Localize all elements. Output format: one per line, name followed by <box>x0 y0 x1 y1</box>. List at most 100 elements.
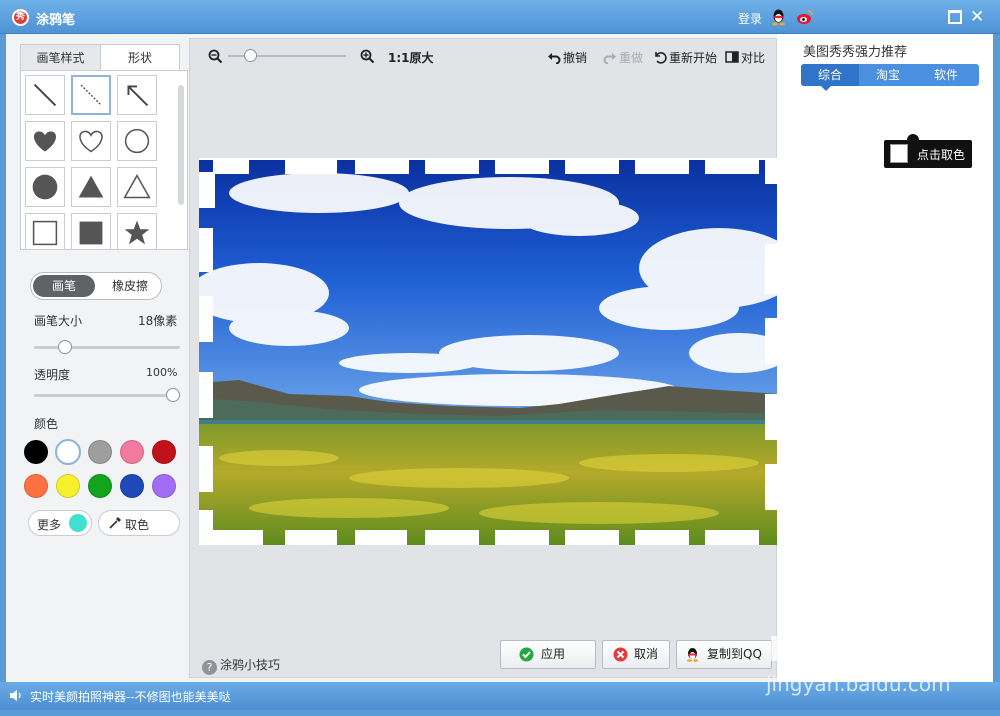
window-title: 涂鸦笔 <box>36 13 76 28</box>
pen-mode-button[interactable]: 画笔 <box>33 275 95 297</box>
color-picker-label: 取色 <box>125 518 150 532</box>
recommend-tabs: 综合 淘宝 软件 <box>801 64 979 86</box>
line-shape-icon[interactable] <box>25 75 65 115</box>
opacity-knob[interactable] <box>166 388 180 402</box>
brush-size-slider[interactable] <box>34 340 180 354</box>
dialog-content: 画笔样式 形状 画笔 橡皮擦 画笔大小 18像素 透明度 100% 颜色 更多 … <box>6 34 993 682</box>
apply-label: 应用 <box>541 647 566 661</box>
redo-icon <box>603 53 616 64</box>
color-swatch[interactable] <box>152 440 176 464</box>
close-button[interactable]: ✕ <box>970 9 984 26</box>
tab-shapes[interactable]: 形状 <box>100 44 180 71</box>
color-swatch[interactable] <box>55 439 81 465</box>
scrollbar-thumb[interactable] <box>178 85 184 205</box>
app-logo-icon: 秀 <box>12 9 29 26</box>
copy-to-qq-button[interactable]: 复制到QQ <box>676 640 772 669</box>
pick-color-tooltip-label: 点击取色 <box>917 148 966 162</box>
cancel-button[interactable]: 取消 <box>602 640 670 669</box>
restart-icon <box>655 52 667 64</box>
tab-brush-style[interactable]: 画笔样式 <box>20 44 100 71</box>
compare-icon <box>725 51 739 63</box>
help-icon: ? <box>202 660 217 675</box>
opacity-value: 100% <box>146 366 178 379</box>
redo-button[interactable]: 重做 <box>603 49 643 66</box>
canvas-toolbar: 1:1原大 撤销 重做 重新开始 对比 <box>190 39 776 71</box>
qq-icon[interactable] <box>770 8 787 26</box>
filled-triangle-shape-icon[interactable] <box>71 167 111 207</box>
login-link[interactable]: 登录 <box>738 10 762 27</box>
color-swatch[interactable] <box>120 440 144 464</box>
eraser-mode-button[interactable]: 橡皮擦 <box>101 275 159 297</box>
tab-general[interactable]: 综合 <box>801 64 859 86</box>
undo-icon <box>548 53 561 64</box>
canvas-photo[interactable] <box>199 158 779 545</box>
more-colors-label: 更多 <box>37 518 62 532</box>
doodle-tips-link[interactable]: ? 涂鸦小技巧 <box>202 656 280 675</box>
opacity-label: 透明度 <box>34 368 71 382</box>
compare-button[interactable]: 对比 <box>725 49 765 66</box>
tab-taobao[interactable]: 淘宝 <box>859 64 917 86</box>
color-swatch[interactable] <box>88 474 112 498</box>
recommend-panel: 美图秀秀强力推荐 综合 淘宝 软件 点击取色 <box>777 34 993 682</box>
outline-circle-shape-icon[interactable] <box>117 121 157 161</box>
color-swatch[interactable] <box>120 474 144 498</box>
color-swatch[interactable] <box>152 474 176 498</box>
color-swatch[interactable] <box>24 474 48 498</box>
outline-heart-shape-icon[interactable] <box>71 121 111 161</box>
color-swatch[interactable] <box>56 474 80 498</box>
eyedropper-icon <box>109 517 121 529</box>
zoom-out-icon[interactable] <box>208 49 223 64</box>
zoom-in-icon[interactable] <box>360 49 375 64</box>
restart-label: 重新开始 <box>669 51 718 65</box>
undo-button[interactable]: 撤销 <box>547 49 587 66</box>
status-text[interactable]: 实时美颜拍照神器--不修图也能美美哒 <box>30 688 231 705</box>
filled-star-shape-icon[interactable] <box>117 213 157 249</box>
recommend-title: 美图秀秀强力推荐 <box>803 45 908 60</box>
shape-grid-scrollbar[interactable] <box>177 75 185 247</box>
brush-size-knob[interactable] <box>58 340 72 354</box>
zoom-slider[interactable] <box>228 49 346 63</box>
custom-color-swatch[interactable] <box>69 514 87 532</box>
restart-button[interactable]: 重新开始 <box>653 49 717 66</box>
color-swatch[interactable] <box>88 440 112 464</box>
pick-color-tooltip: 点击取色 <box>884 134 972 168</box>
opacity-slider[interactable] <box>34 388 180 402</box>
redo-label: 重做 <box>619 51 644 65</box>
filled-square-shape-icon[interactable] <box>71 213 111 249</box>
pen-eraser-toggle: 画笔 橡皮擦 <box>30 272 162 300</box>
cancel-icon <box>613 647 628 662</box>
zoom-knob[interactable] <box>244 49 257 62</box>
filled-circle-shape-icon[interactable] <box>25 167 65 207</box>
baidu-watermark: Baidu <box>768 630 883 670</box>
tab-software[interactable]: 软件 <box>917 64 975 86</box>
original-size-button[interactable]: 1:1原大 <box>388 49 434 66</box>
undo-label: 撤销 <box>563 51 588 65</box>
left-panel: 画笔样式 形状 画笔 橡皮擦 画笔大小 18像素 透明度 100% 颜色 更多 … <box>12 38 192 678</box>
color-label: 颜色 <box>34 417 59 431</box>
canvas-panel: 1:1原大 撤销 重做 重新开始 对比 ? 涂鸦小技巧 应用 取消 复制到QQ <box>189 38 779 678</box>
copy-to-qq-label: 复制到QQ <box>707 647 762 661</box>
doodle-tips-label: 涂鸦小技巧 <box>220 658 281 672</box>
tab-caret <box>821 86 831 91</box>
apply-button[interactable]: 应用 <box>500 640 596 669</box>
brush-size-label: 画笔大小 <box>34 314 83 328</box>
color-swatch[interactable] <box>24 440 48 464</box>
color-picker-button[interactable]: 取色 <box>98 510 180 536</box>
dashed-line-shape-icon[interactable] <box>71 75 111 115</box>
cancel-label: 取消 <box>634 647 659 661</box>
more-colors-button[interactable]: 更多 <box>28 510 92 536</box>
outline-triangle-shape-icon[interactable] <box>117 167 157 207</box>
check-icon <box>519 647 534 662</box>
arrow-shape-icon[interactable] <box>117 75 157 115</box>
weibo-icon[interactable] <box>796 9 814 25</box>
title-bar: 秀 涂鸦笔 登录 ✕ <box>0 0 1000 34</box>
picked-color-box <box>890 144 908 163</box>
maximize-button[interactable] <box>948 10 962 24</box>
filled-heart-shape-icon[interactable] <box>25 121 65 161</box>
tool-tabs: 画笔样式 形状 <box>20 44 180 71</box>
outline-square-shape-icon[interactable] <box>25 213 65 249</box>
compare-label: 对比 <box>741 51 766 65</box>
jingyan-watermark: 经验 <box>878 646 923 671</box>
brush-size-value: 18像素 <box>138 314 178 328</box>
qq-icon <box>687 648 698 662</box>
